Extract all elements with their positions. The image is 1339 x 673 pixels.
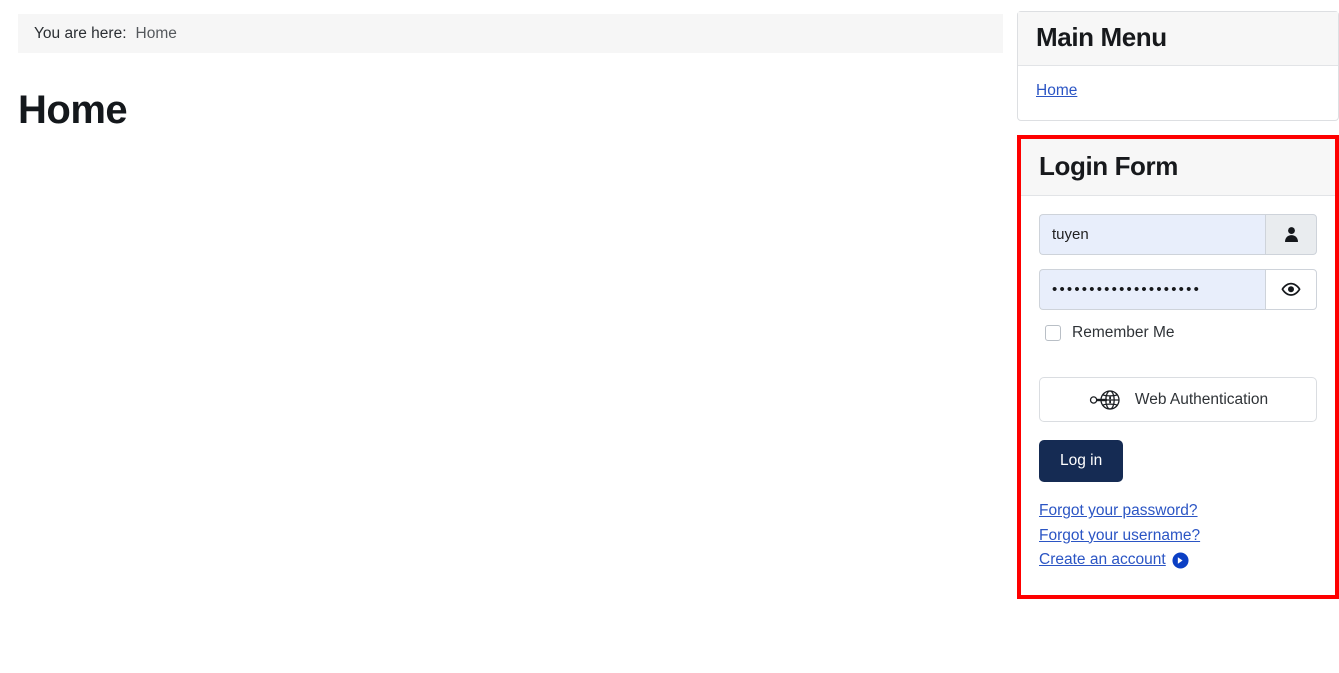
breadcrumb: You are here: Home xyxy=(18,14,1003,53)
remember-me-row: Remember Me xyxy=(1045,324,1317,342)
create-account-label: Create an account xyxy=(1039,551,1166,569)
security-key-icon xyxy=(1089,390,1120,410)
main-menu-title: Main Menu xyxy=(1036,22,1167,52)
forgot-username-link[interactable]: Forgot your username? xyxy=(1039,524,1317,548)
login-form-header: Login Form xyxy=(1021,138,1335,197)
eye-icon xyxy=(1281,282,1301,297)
sidebar: Main Menu Home Login Form tuyen ••••••••… xyxy=(1017,11,1339,599)
username-input[interactable] xyxy=(1039,214,1265,256)
page-title: Home xyxy=(18,88,128,132)
forgot-password-link[interactable]: Forgot your password? xyxy=(1039,499,1317,523)
breadcrumb-item-home: Home xyxy=(135,24,177,42)
password-input-group: •••••••••••••••••••• xyxy=(1039,269,1317,311)
login-button[interactable]: Log in xyxy=(1039,440,1124,483)
module-login-form: Login Form •••••••••••••••••••• xyxy=(1017,134,1339,599)
main-menu-header: Main Menu xyxy=(1018,12,1338,66)
web-authentication-button[interactable]: Web Authentication xyxy=(1039,377,1317,423)
toggle-password-visibility-button[interactable] xyxy=(1265,269,1317,311)
create-account-link[interactable]: Create an account xyxy=(1039,548,1317,572)
breadcrumb-label: You are here: xyxy=(34,24,127,42)
module-main-menu: Main Menu Home xyxy=(1017,11,1339,121)
login-help-links: Forgot your password? Forgot your userna… xyxy=(1039,499,1317,572)
login-form-title: Login Form xyxy=(1039,150,1178,181)
password-input[interactable]: •••••••••••••••••••• xyxy=(1039,269,1265,311)
login-button-row: Log in xyxy=(1039,422,1317,483)
login-form-body: •••••••••••••••••••• Remember Me xyxy=(1021,196,1335,594)
remember-me-checkbox[interactable] xyxy=(1045,325,1061,342)
username-addon-button[interactable] xyxy=(1265,214,1317,256)
username-input-group xyxy=(1039,214,1317,256)
main-content-column: You are here: Home Home xyxy=(18,14,1003,131)
page-root: You are here: Home Home Main Menu Home L… xyxy=(0,0,1339,673)
main-menu-body: Home xyxy=(1018,66,1338,120)
arrow-circle-right-icon xyxy=(1172,552,1189,569)
web-authentication-label: Web Authentication xyxy=(1134,390,1269,408)
user-icon xyxy=(1284,227,1298,243)
remember-me-label: Remember Me xyxy=(1072,324,1175,342)
sidebar-item-home[interactable]: Home xyxy=(1036,82,1077,100)
